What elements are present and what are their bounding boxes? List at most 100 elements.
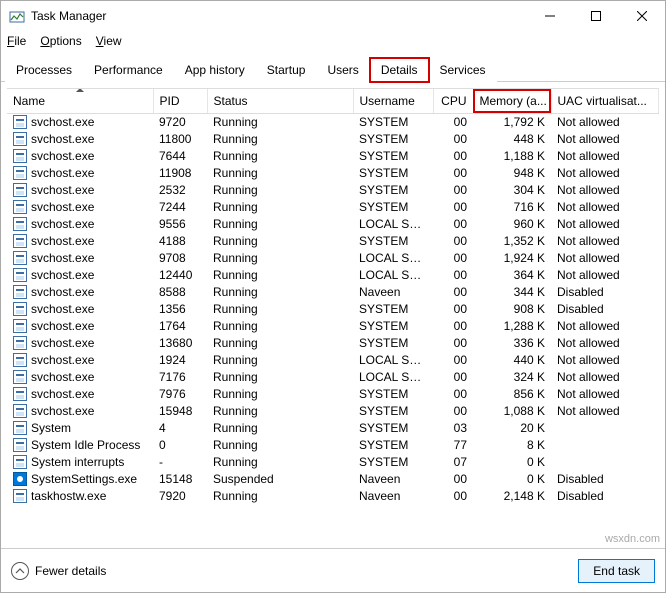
task-manager-icon — [9, 8, 25, 24]
cell-name: svchost.exe — [7, 352, 153, 369]
fewer-details-button[interactable]: Fewer details — [11, 562, 106, 580]
table-row[interactable]: svchost.exe9720RunningSYSTEM001,792 KNot… — [7, 113, 659, 131]
cell-status: Running — [207, 284, 353, 301]
cell-memory: 0 K — [473, 454, 551, 471]
table-row[interactable]: svchost.exe9556RunningLOCAL SE...00960 K… — [7, 216, 659, 233]
cell-cpu: 00 — [433, 403, 473, 420]
cell-uac: Not allowed — [551, 199, 659, 216]
tab-processes[interactable]: Processes — [5, 58, 83, 82]
maximize-button[interactable] — [573, 1, 619, 31]
col-status[interactable]: Status — [207, 89, 353, 113]
table-body: svchost.exe9720RunningSYSTEM001,792 KNot… — [7, 113, 659, 505]
table-row[interactable]: svchost.exe1356RunningSYSTEM00908 KDisab… — [7, 301, 659, 318]
tab-app-history[interactable]: App history — [174, 58, 256, 82]
cell-uac: Not allowed — [551, 233, 659, 250]
table-row[interactable]: svchost.exe1924RunningLOCAL SE...00440 K… — [7, 352, 659, 369]
cell-pid: 11908 — [153, 165, 207, 182]
end-task-button[interactable]: End task — [578, 559, 655, 583]
process-name: svchost.exe — [31, 217, 94, 231]
table-row[interactable]: svchost.exe11800RunningSYSTEM00448 KNot … — [7, 131, 659, 148]
table-row[interactable]: svchost.exe7176RunningLOCAL SE...00324 K… — [7, 369, 659, 386]
cell-uac: Not allowed — [551, 113, 659, 131]
cell-name: svchost.exe — [7, 182, 153, 199]
cell-username: Naveen — [353, 488, 433, 505]
cell-pid: 15948 — [153, 403, 207, 420]
process-icon — [13, 183, 27, 197]
table-row[interactable]: svchost.exe15948RunningSYSTEM001,088 KNo… — [7, 403, 659, 420]
process-icon — [13, 268, 27, 282]
cell-memory: 344 K — [473, 284, 551, 301]
tabs: Processes Performance App history Startu… — [1, 57, 665, 82]
table-row[interactable]: taskhostw.exe7920RunningNaveen002,148 KD… — [7, 488, 659, 505]
tab-services[interactable]: Services — [429, 58, 497, 82]
cell-status: Running — [207, 131, 353, 148]
cell-cpu: 00 — [433, 284, 473, 301]
col-cpu[interactable]: CPU — [433, 89, 473, 113]
process-name: svchost.exe — [31, 149, 94, 163]
cell-memory: 1,188 K — [473, 148, 551, 165]
table-row[interactable]: svchost.exe7644RunningSYSTEM001,188 KNot… — [7, 148, 659, 165]
table-row[interactable]: svchost.exe9708RunningLOCAL SE...001,924… — [7, 250, 659, 267]
menu-file[interactable]: File — [7, 34, 26, 48]
table-row[interactable]: svchost.exe1764RunningSYSTEM001,288 KNot… — [7, 318, 659, 335]
col-pid[interactable]: PID — [153, 89, 207, 113]
details-table-wrap: Name PID Status Username CPU Memory (a..… — [7, 88, 659, 548]
tab-startup[interactable]: Startup — [256, 58, 317, 82]
process-name: SystemSettings.exe — [31, 472, 137, 486]
cell-username: LOCAL SE... — [353, 369, 433, 386]
col-memory[interactable]: Memory (a... — [473, 89, 551, 113]
tab-users[interactable]: Users — [316, 58, 369, 82]
cell-memory: 1,088 K — [473, 403, 551, 420]
tab-performance[interactable]: Performance — [83, 58, 174, 82]
menu-view[interactable]: View — [96, 34, 122, 48]
tab-details[interactable]: Details — [370, 58, 429, 82]
cell-status: Running — [207, 386, 353, 403]
table-row[interactable]: svchost.exe7244RunningSYSTEM00716 KNot a… — [7, 199, 659, 216]
cell-uac: Not allowed — [551, 369, 659, 386]
cell-name: System — [7, 420, 153, 437]
cell-uac: Disabled — [551, 284, 659, 301]
process-icon — [13, 217, 27, 231]
table-row[interactable]: svchost.exe2532RunningSYSTEM00304 KNot a… — [7, 182, 659, 199]
table-row[interactable]: System4RunningSYSTEM0320 K — [7, 420, 659, 437]
col-username[interactable]: Username — [353, 89, 433, 113]
process-icon — [13, 149, 27, 163]
table-row[interactable]: SystemSettings.exe15148SuspendedNaveen00… — [7, 471, 659, 488]
table-row[interactable]: svchost.exe7976RunningSYSTEM00856 KNot a… — [7, 386, 659, 403]
table-row[interactable]: svchost.exe4188RunningSYSTEM001,352 KNot… — [7, 233, 659, 250]
cell-pid: 7920 — [153, 488, 207, 505]
process-icon — [13, 370, 27, 384]
process-icon — [13, 336, 27, 350]
cell-status: Running — [207, 113, 353, 131]
cell-status: Running — [207, 318, 353, 335]
window-controls — [527, 1, 665, 31]
process-name: svchost.exe — [31, 268, 94, 282]
close-button[interactable] — [619, 1, 665, 31]
cell-pid: 9556 — [153, 216, 207, 233]
process-name: taskhostw.exe — [31, 489, 106, 503]
process-name: svchost.exe — [31, 302, 94, 316]
menu-options[interactable]: Options — [40, 34, 81, 48]
cell-cpu: 00 — [433, 182, 473, 199]
table-row[interactable]: svchost.exe8588RunningNaveen00344 KDisab… — [7, 284, 659, 301]
cell-status: Running — [207, 216, 353, 233]
cell-username: Naveen — [353, 284, 433, 301]
table-row[interactable]: System Idle Process0RunningSYSTEM778 K — [7, 437, 659, 454]
cell-memory: 856 K — [473, 386, 551, 403]
col-name[interactable]: Name — [7, 89, 153, 113]
minimize-button[interactable] — [527, 1, 573, 31]
cell-uac: Not allowed — [551, 335, 659, 352]
titlebar[interactable]: Task Manager — [1, 1, 665, 31]
cell-name: svchost.exe — [7, 369, 153, 386]
table-row[interactable]: svchost.exe11908RunningSYSTEM00948 KNot … — [7, 165, 659, 182]
table-row[interactable]: svchost.exe12440RunningLOCAL SE...00364 … — [7, 267, 659, 284]
cell-name: svchost.exe — [7, 386, 153, 403]
table-row[interactable]: svchost.exe13680RunningSYSTEM00336 KNot … — [7, 335, 659, 352]
cell-username: SYSTEM — [353, 437, 433, 454]
cell-cpu: 00 — [433, 471, 473, 488]
cell-status: Running — [207, 267, 353, 284]
cell-cpu: 00 — [433, 352, 473, 369]
table-row[interactable]: System interrupts-RunningSYSTEM070 K — [7, 454, 659, 471]
cell-uac: Not allowed — [551, 216, 659, 233]
col-uac[interactable]: UAC virtualisat... — [551, 89, 659, 113]
